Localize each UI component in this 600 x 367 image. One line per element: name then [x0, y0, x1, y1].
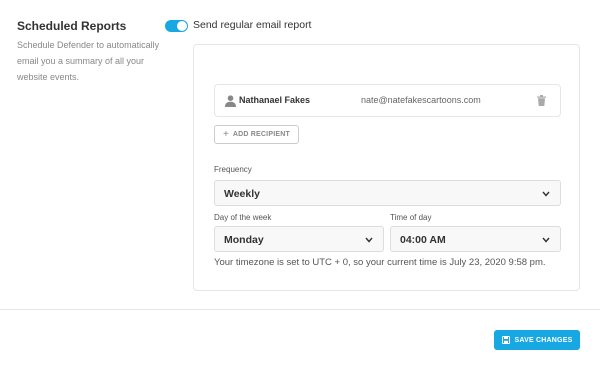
footer-divider: [0, 309, 600, 310]
frequency-select[interactable]: Weekly: [214, 180, 561, 206]
chevron-down-icon: [542, 191, 550, 197]
scheduled-reports-settings: Scheduled Reports Schedule Defender to a…: [0, 0, 600, 367]
frequency-value: Weekly: [224, 188, 260, 200]
trash-icon[interactable]: [537, 95, 546, 106]
recipient-row: Nathanael Fakes nate@natefakescartoons.c…: [214, 84, 561, 117]
section-title: Scheduled Reports: [17, 19, 127, 33]
save-changes-button[interactable]: SAVE CHANGES: [494, 330, 580, 350]
time-of-day-value: 04:00 AM: [400, 234, 446, 246]
report-settings-card: Nathanael Fakes nate@natefakescartoons.c…: [193, 44, 580, 291]
timezone-note: Your timezone is set to UTC + 0, so your…: [214, 257, 546, 268]
day-of-week-select[interactable]: Monday: [214, 226, 384, 252]
save-icon: [501, 336, 510, 344]
chevron-down-icon: [542, 237, 550, 243]
section-description: Schedule Defender to automatically email…: [17, 40, 160, 82]
recipient-email: nate@natefakescartoons.com: [361, 95, 481, 105]
day-of-week-value: Monday: [224, 234, 264, 246]
toggle-knob: [177, 21, 187, 31]
time-of-day-label: Time of day: [390, 213, 432, 222]
add-recipient-button[interactable]: + ADD RECIPIENT: [214, 125, 299, 144]
toggle-label: Send regular email report: [193, 19, 312, 31]
day-of-week-label: Day of the week: [214, 213, 272, 222]
email-report-toggle[interactable]: [165, 20, 188, 32]
time-of-day-select[interactable]: 04:00 AM: [390, 226, 561, 252]
user-icon: [225, 95, 236, 107]
chevron-down-icon: [365, 237, 373, 243]
save-changes-label: SAVE CHANGES: [514, 336, 573, 344]
plus-icon: +: [223, 128, 229, 140]
recipient-name: Nathanael Fakes: [239, 95, 311, 105]
add-recipient-label: ADD RECIPIENT: [232, 131, 290, 138]
frequency-label: Frequency: [214, 165, 252, 174]
